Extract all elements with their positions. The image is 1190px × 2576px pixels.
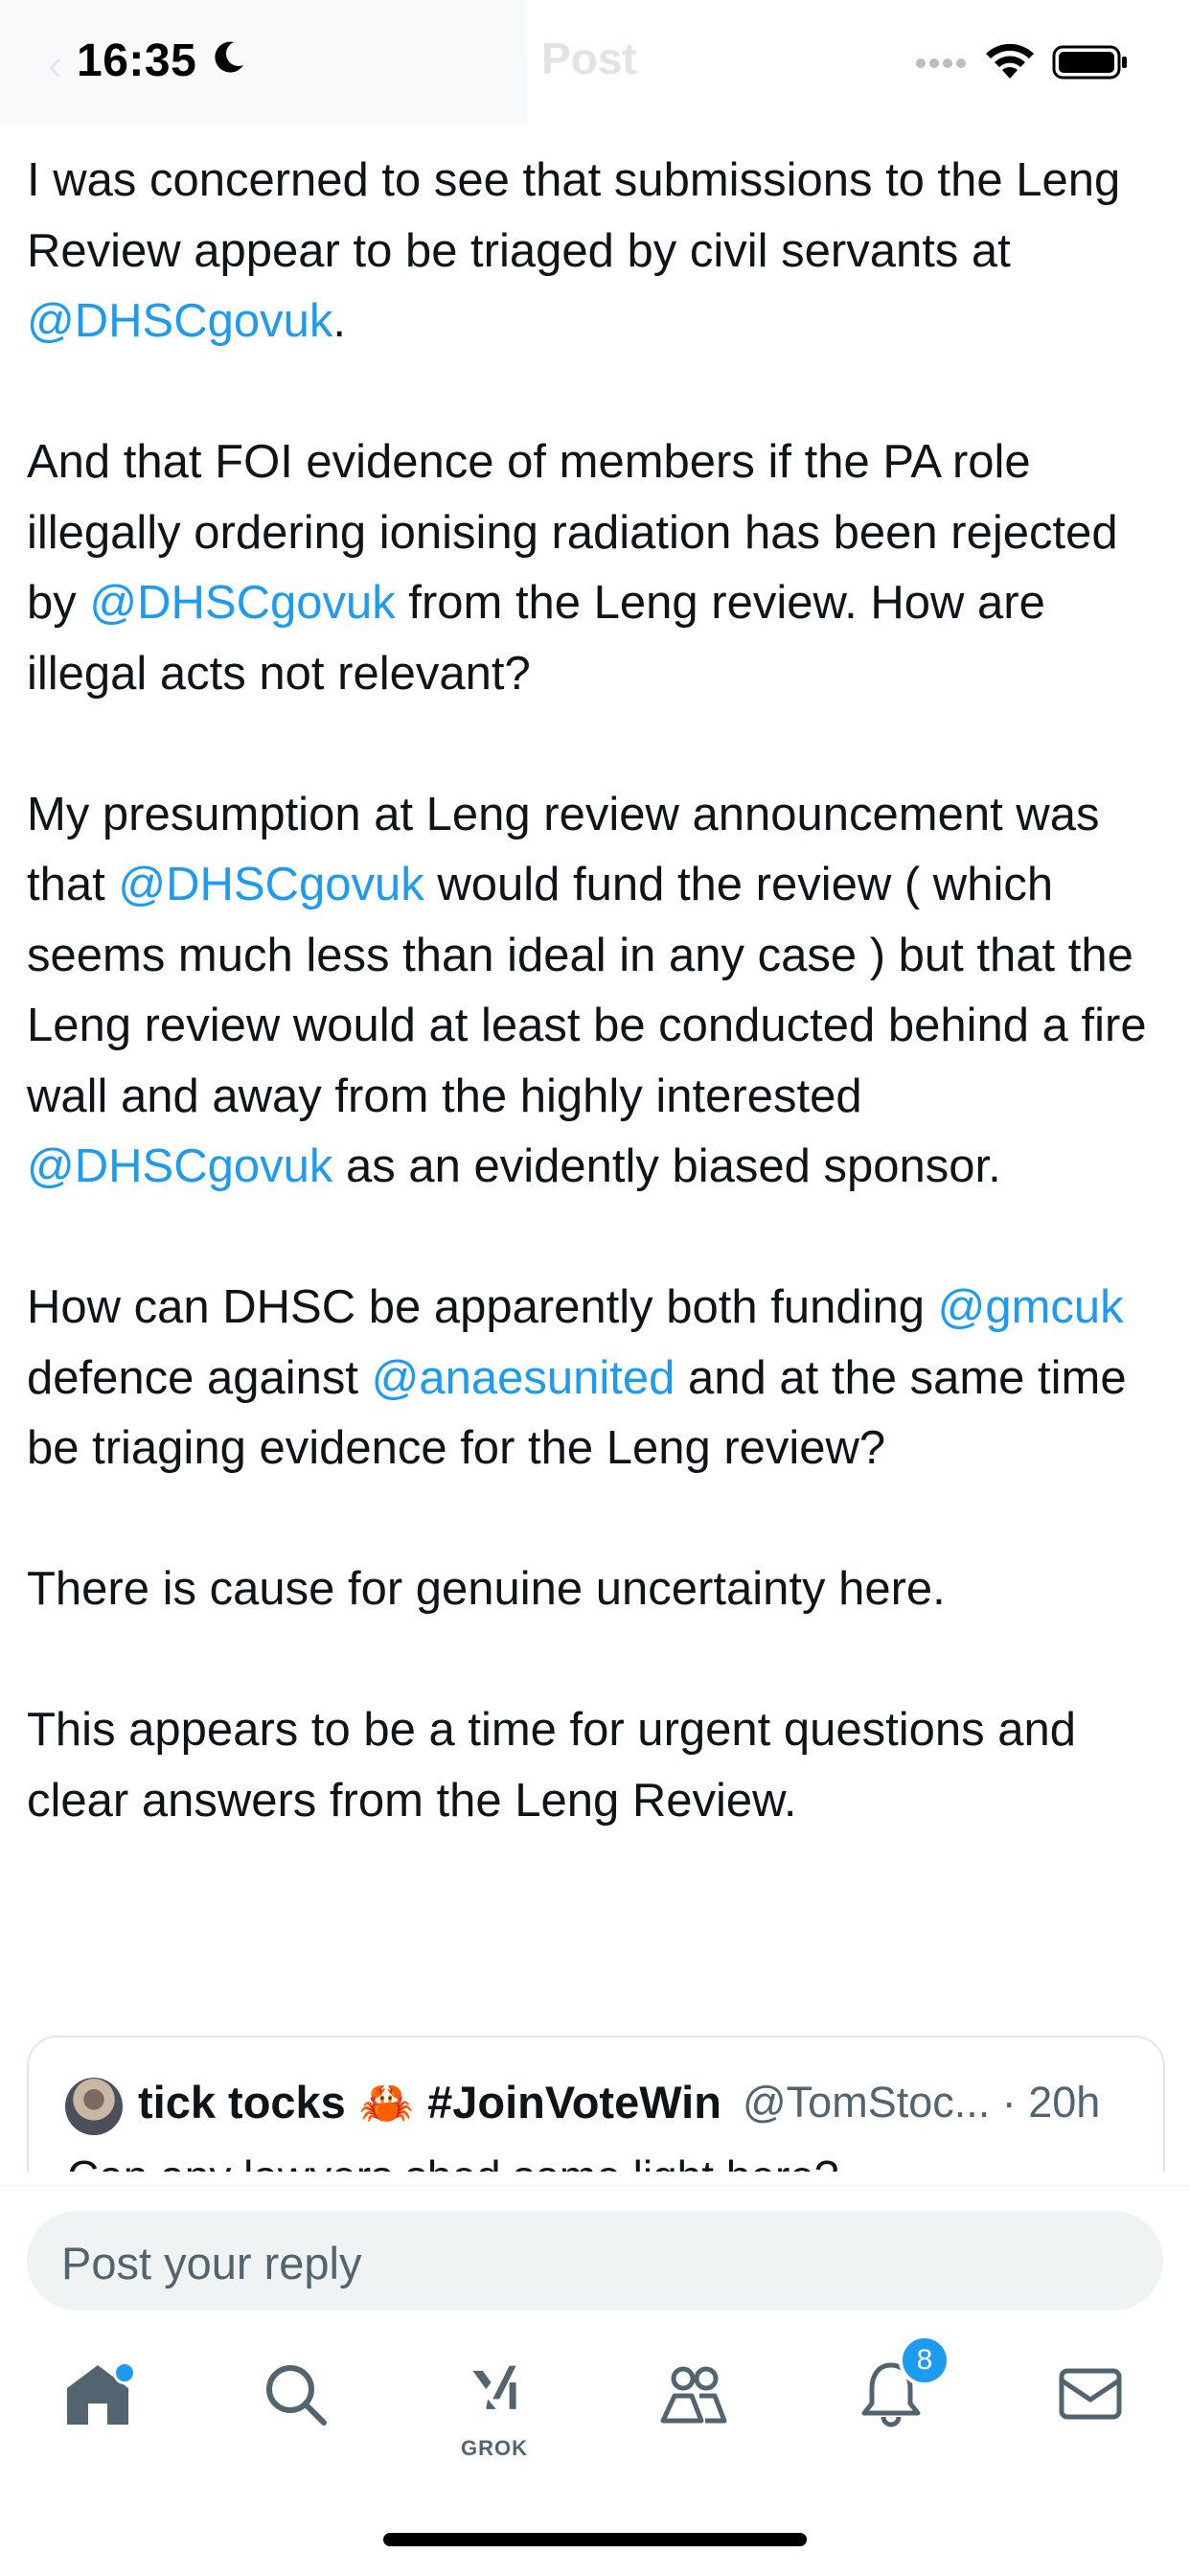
grok-icon	[470, 2365, 516, 2409]
back-arrow-icon[interactable]: ‹	[48, 38, 62, 90]
nav-notifications[interactable]: 8	[834, 2334, 950, 2463]
tweet-text-run: How can DHSC be apparently both funding	[27, 1281, 938, 1333]
nav-grok[interactable]: GROK	[437, 2358, 552, 2463]
tweet-paragraph: I was concerned to see that submissions …	[27, 146, 1167, 357]
moon-icon	[215, 41, 243, 73]
tweet-paragraph: There is cause for genuine uncertainty h…	[27, 1554, 1167, 1625]
nav-search[interactable]	[238, 2358, 353, 2463]
mention-link[interactable]: @anaesunited	[372, 1352, 675, 1404]
mention-link[interactable]: @gmcuk	[938, 1281, 1124, 1333]
wifi-icon	[986, 43, 1034, 79]
quoted-author-name-part2: #JoinVoteWin	[427, 2077, 721, 2128]
battery-icon	[1052, 45, 1127, 80]
notification-badge: 8	[899, 2334, 950, 2386]
communities-icon	[660, 2366, 727, 2424]
search-icon	[266, 2365, 327, 2426]
grok-label: GROK	[461, 2436, 528, 2460]
nav-home[interactable]	[40, 2358, 155, 2463]
home-indicator[interactable]	[383, 2533, 807, 2546]
avatar[interactable]	[65, 2078, 123, 2135]
reply-bar: Post your reply	[0, 2185, 1190, 2320]
tweet-paragraph: This appears to be a time for urgent que…	[27, 1695, 1167, 1836]
mention-link[interactable]: @DHSCgovuk	[89, 577, 395, 629]
tweet-paragraph: How can DHSC be apparently both funding …	[27, 1273, 1167, 1484]
signal-icon	[916, 58, 966, 68]
quoted-tweet-text: Can any lawyers shed some light here?	[67, 2150, 838, 2172]
page-title: Post	[541, 34, 637, 83]
quoted-author-name-part1: tick tocks	[138, 2077, 346, 2128]
quoted-author-handle: @TomStoc... · 20h	[743, 2078, 1101, 2127]
mail-icon	[1059, 2368, 1122, 2420]
nav-communities[interactable]	[636, 2358, 751, 2463]
reply-input[interactable]: Post your reply	[27, 2211, 1163, 2311]
tweet-text-run: There is cause for genuine uncertainty h…	[27, 1563, 946, 1615]
status-time: 16:35	[77, 35, 197, 86]
nav-messages[interactable]	[1033, 2358, 1148, 2463]
home-notification-dot	[113, 2361, 136, 2384]
reply-placeholder: Post your reply	[61, 2238, 362, 2288]
tweet-paragraph: My presumption at Leng review announceme…	[27, 780, 1167, 1203]
crab-emoji: 🦀	[358, 2078, 415, 2128]
tweet-paragraph: And that FOI evidence of members if the …	[27, 427, 1167, 709]
status-bar: ‹ 16:35 Post	[0, 0, 1190, 125]
mention-link[interactable]: @DHSCgovuk	[27, 1140, 332, 1192]
tweet-text-run: I was concerned to see that submissions …	[27, 154, 1121, 277]
mention-link[interactable]: @DHSCgovuk	[118, 859, 423, 910]
quoted-tweet-card[interactable]: tick tocks 🦀 #JoinVoteWin @TomStoc... · 20…	[27, 2036, 1165, 2172]
quoted-author-name: tick tocks 🦀 #JoinVoteWin	[138, 2076, 721, 2129]
tweet-text-run: as an evidently biased sponsor.	[332, 1140, 1001, 1192]
tweet-text-run: This appears to be a time for urgent que…	[27, 1704, 1076, 1827]
mention-link[interactable]: @DHSCgovuk	[27, 295, 332, 347]
tweet-text-run: defence against	[27, 1351, 372, 1404]
tweet-text-run: .	[332, 295, 346, 347]
tweet-body: I was concerned to see that submissions …	[27, 146, 1167, 1907]
